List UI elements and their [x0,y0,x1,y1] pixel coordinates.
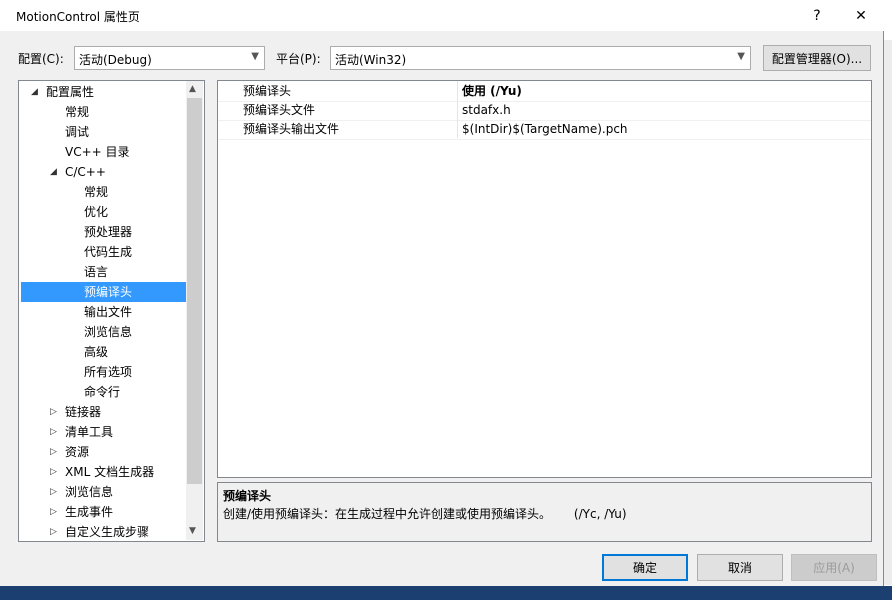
tree-item[interactable]: 代码生成 [21,242,186,262]
tree-item-label: 代码生成 [84,245,133,259]
tree-item-label: 浏览信息 [65,485,114,499]
tree-item-label: 链接器 [65,405,102,419]
tree-item-label: 预处理器 [84,225,133,239]
tree-item[interactable]: ◢ C/C++ [21,162,186,182]
apply-button[interactable]: 应用(A) [791,554,877,581]
config-dropdown[interactable]: 活动(Debug) ▼ [74,46,265,70]
tree-item-label: 资源 [65,445,90,459]
tree-item[interactable]: VC++ 目录 [21,142,186,162]
tree-item-label: 生成事件 [65,505,114,519]
collapsed-arrow-icon[interactable]: ▷ [50,422,57,442]
tree-item[interactable]: 常规 [21,102,186,122]
platform-value: 活动(Win32) [335,53,407,67]
description-title: 预编译头 [223,489,272,503]
tree-item-label: 输出文件 [84,305,133,319]
tree-item[interactable]: 调试 [21,122,186,142]
tree-item[interactable]: ▷ 生成事件 [21,502,186,522]
tree-item-label: VC++ 目录 [65,145,130,159]
help-button[interactable]: ? [794,0,840,31]
property-row[interactable]: 预编译头文件 stdafx.h [218,101,871,121]
background-window-fragment [884,40,892,585]
tree-item[interactable]: 语言 [21,262,186,282]
title-bar: MotionControl 属性页 ? ✕ [0,0,884,31]
collapsed-arrow-icon[interactable]: ▷ [50,502,57,522]
tree-item-label: 浏览信息 [84,325,133,339]
collapsed-arrow-icon[interactable]: ▷ [50,442,57,462]
tree-item[interactable]: 所有选项 [21,362,186,382]
tree-item[interactable]: 预编译头 [21,282,186,302]
tree-item-label: 清单工具 [65,425,114,439]
chevron-down-icon: ▼ [251,51,259,62]
cancel-button[interactable]: 取消 [697,554,783,581]
tree-item[interactable]: ▷ 链接器 [21,402,186,422]
tree-item[interactable]: ▷ XML 文档生成器 [21,462,186,482]
config-label: 配置(C): [18,52,64,66]
tree-item[interactable]: 高级 [21,342,186,362]
column-divider[interactable] [457,81,458,138]
tree-item-label: 常规 [84,185,109,199]
expanded-arrow-icon[interactable]: ◢ [50,162,57,182]
scroll-down-icon[interactable]: ▼ [189,526,196,536]
tree-item-label: 自定义生成步骤 [65,525,150,539]
property-pages-dialog: MotionControl 属性页 ? ✕ 配置(C): 活动(Debug) ▼… [0,0,884,586]
collapsed-arrow-icon[interactable]: ▷ [50,482,57,502]
property-row[interactable]: 预编译头输出文件 $(IntDir)$(TargetName).pch [218,120,871,140]
property-name: 预编译头 [243,84,292,98]
property-grid: 预编译头 使用 (/Yu) 预编译头文件 stdafx.h 预编译头输出文件 $… [217,80,872,478]
platform-dropdown[interactable]: 活动(Win32) ▼ [330,46,751,70]
tree-item[interactable]: ▷ 资源 [21,442,186,462]
collapsed-arrow-icon[interactable]: ▷ [50,522,57,541]
tree-scroll-thumb[interactable] [187,98,202,484]
config-manager-button[interactable]: 配置管理器(O)... [763,45,871,71]
ok-button[interactable]: 确定 [602,554,688,581]
platform-label: 平台(P): [276,52,321,66]
config-value: 活动(Debug) [79,53,152,67]
tree-item-label: XML 文档生成器 [65,465,155,479]
tree-item[interactable]: 浏览信息 [21,322,186,342]
property-tree: ◢ 配置属性 常规 调试 VC++ 目录 ◢ C/C++ 常规 优化 预处理器 代码生成 语言 预编译头… [18,80,205,542]
close-button[interactable]: ✕ [838,0,884,31]
tree-item[interactable]: 预处理器 [21,222,186,242]
tree-item-label: C/C++ [65,165,106,179]
collapsed-arrow-icon[interactable]: ▷ [50,402,57,422]
window-title: MotionControl 属性页 [16,10,140,24]
tree-item[interactable]: 命令行 [21,382,186,402]
tree-item-label: 所有选项 [84,365,133,379]
tree-item-label: 命令行 [84,385,121,399]
description-text: 创建/使用预编译头：在生成过程中允许创建或使用预编译头。 (/Yc, /Yu) [223,507,627,521]
property-value: stdafx.h [462,103,511,117]
scroll-up-icon[interactable]: ▲ [189,84,196,94]
tree-item[interactable]: ▷ 浏览信息 [21,482,186,502]
tree-item-label: 语言 [84,265,109,279]
tree-item[interactable]: ◢ 配置属性 [21,82,186,102]
property-name: 预编译头输出文件 [243,122,340,136]
tree-item-label: 常规 [65,105,90,119]
tree-item-label: 调试 [65,125,90,139]
tree-item-label: 预编译头 [84,285,133,299]
expanded-arrow-icon[interactable]: ◢ [31,82,38,102]
background-taskbar [0,586,892,600]
tree-item[interactable]: ▷ 清单工具 [21,422,186,442]
collapsed-arrow-icon[interactable]: ▷ [50,462,57,482]
property-value: $(IntDir)$(TargetName).pch [462,122,628,136]
tree-item-label: 配置属性 [46,85,95,99]
tree-item[interactable]: ▷ 自定义生成步骤 [21,522,186,541]
property-name: 预编译头文件 [243,103,316,117]
tree-item-label: 优化 [84,205,109,219]
property-value: 使用 (/Yu) [462,84,522,98]
tree-item[interactable]: 优化 [21,202,186,222]
tree-item-label: 高级 [84,345,109,359]
property-row[interactable]: 预编译头 使用 (/Yu) [218,82,871,102]
tree-item[interactable]: 输出文件 [21,302,186,322]
tree-item[interactable]: 常规 [21,182,186,202]
description-panel: 预编译头 创建/使用预编译头：在生成过程中允许创建或使用预编译头。 (/Yc, … [217,482,872,542]
chevron-down-icon: ▼ [737,51,745,62]
